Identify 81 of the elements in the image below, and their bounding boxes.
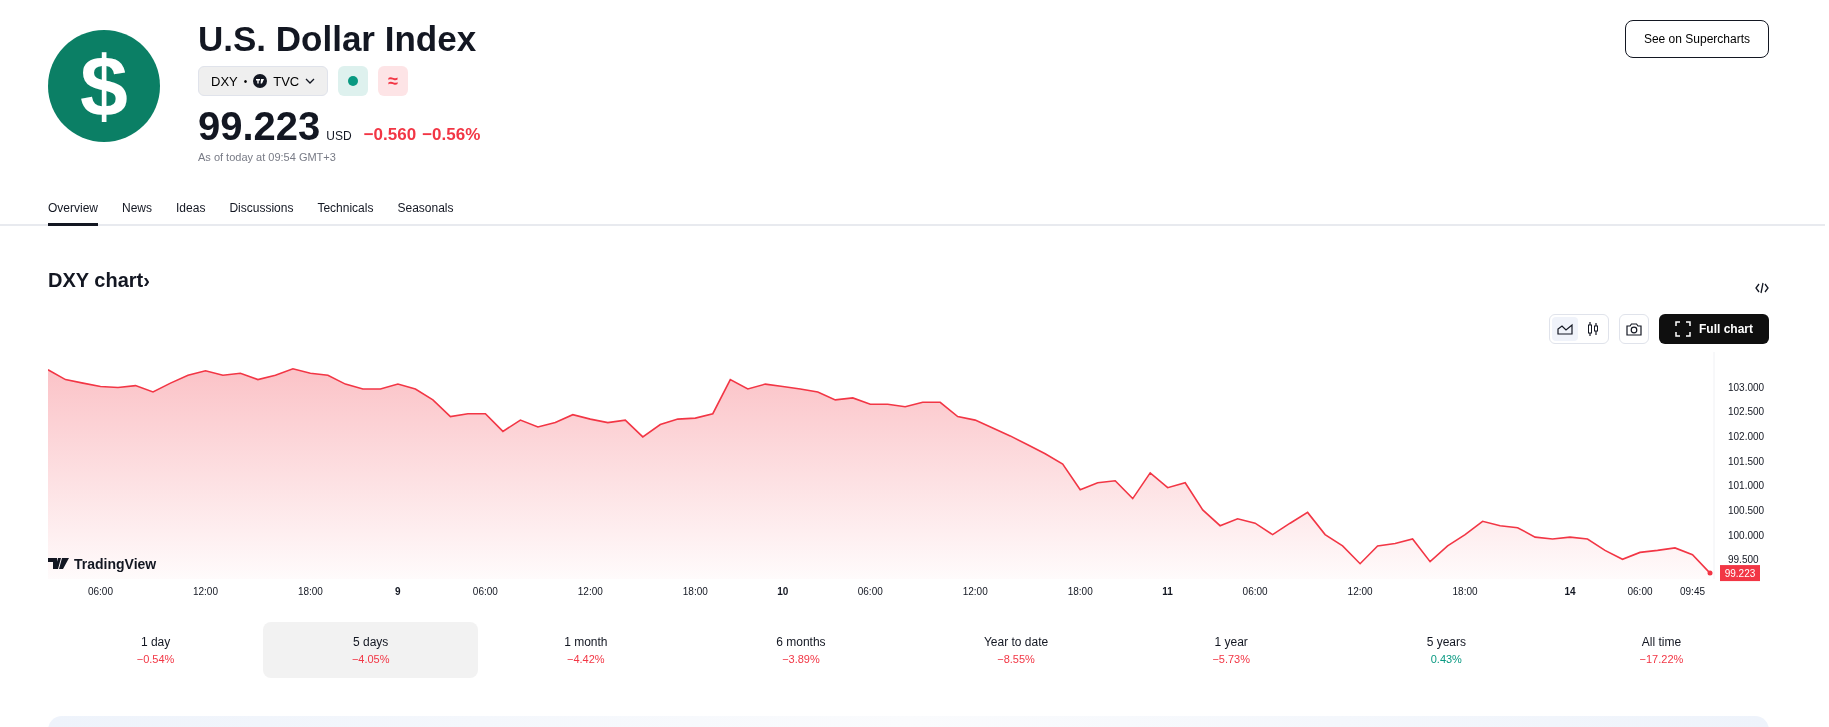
exchange-logo-icon (253, 74, 268, 88)
x-axis-label: 06:00 (472, 586, 498, 597)
nav-tab[interactable]: News (122, 200, 153, 226)
y-axis-label: 99.500 (1728, 554, 1759, 566)
period-change: −5.73% (1212, 653, 1250, 665)
x-axis-label: 18:00 (297, 586, 323, 597)
period-label: 5 years (1426, 635, 1466, 649)
x-axis-label: 18:00 (1452, 586, 1478, 597)
x-axis-label: 18:00 (1067, 586, 1093, 597)
timestamp-text: As of today at 09:54 GMT+3 (198, 151, 337, 163)
period-change: −0.54% (136, 653, 175, 665)
x-axis-label: 10 (777, 586, 789, 597)
period-option[interactable]: Year to date −8.55% (908, 622, 1124, 678)
full-chart-button[interactable]: Full chart (1659, 314, 1769, 344)
candles-icon (1587, 321, 1599, 337)
symbol-selector[interactable]: DXY • TVC (198, 66, 329, 96)
snapshot-button[interactable] (1619, 314, 1649, 344)
y-axis-label: 102.500 (1728, 406, 1765, 418)
period-option[interactable]: 6 months −3.89% (693, 622, 909, 678)
period-label: 6 months (776, 635, 826, 649)
period-change: −8.55% (997, 653, 1035, 665)
period-change: −4.42% (567, 653, 605, 665)
chevron-down-icon (305, 78, 316, 84)
x-axis-label: 9 (395, 586, 401, 597)
period-option[interactable]: 1 month −4.42% (478, 622, 694, 678)
x-axis-label: 18:00 (682, 586, 708, 597)
price-value: 99.223 (198, 104, 321, 149)
period-option[interactable]: 5 days −4.05% (263, 622, 479, 678)
embed-code-icon[interactable] (1755, 282, 1769, 294)
y-axis-label: 103.000 (1728, 381, 1765, 393)
brand-name: TradingView (74, 556, 157, 572)
x-axis-label: 12:00 (577, 586, 603, 597)
x-axis-label: 11 (1162, 586, 1173, 597)
period-change: −4.05% (351, 653, 390, 665)
last-price-label: 99.223 (1720, 565, 1760, 582)
period-label: All time (1641, 635, 1682, 649)
x-axis-label: 14 (1564, 586, 1576, 597)
nav-tab[interactable]: Ideas (176, 200, 206, 226)
dollar-logo: $ (48, 30, 160, 142)
period-option[interactable]: 1 day −0.54% (48, 622, 264, 678)
y-axis-label: 101.000 (1728, 480, 1765, 492)
y-axis-label: 102.000 (1728, 430, 1765, 442)
period-change: 0.43% (1430, 653, 1462, 665)
x-axis-label: 06:00 (1627, 586, 1653, 597)
currency-label: USD (326, 129, 352, 143)
x-axis-label: 06:00 (1242, 586, 1268, 597)
x-axis-label: 09:45 (1680, 586, 1705, 597)
y-axis-label: 100.000 (1728, 529, 1765, 541)
period-label: 1 month (564, 635, 608, 649)
period-label: 1 year (1214, 635, 1248, 649)
period-change: −3.89% (782, 653, 820, 665)
nav-tab[interactable]: Overview (48, 200, 98, 226)
chart-title-link[interactable]: DXY chart› (48, 266, 150, 294)
nav-tab[interactable]: Discussions (229, 200, 294, 226)
x-axis-label: 12:00 (192, 586, 218, 597)
x-axis-label: 06:00 (857, 586, 883, 597)
period-option[interactable]: 1 year −5.73% (1123, 622, 1339, 678)
period-label: Year to date (983, 635, 1049, 649)
y-axis-label: 100.500 (1728, 504, 1765, 516)
chart-style-toggle[interactable] (1552, 317, 1578, 341)
last-price-dot (1707, 570, 1713, 576)
period-label: 5 days (353, 635, 389, 649)
nav-tab[interactable]: Technicals (317, 200, 374, 226)
area-chart-icon (1557, 323, 1573, 335)
period-label: 1 day (140, 635, 171, 649)
y-axis-label: 101.500 (1728, 455, 1765, 467)
x-axis-label: 12:00 (1347, 586, 1373, 597)
period-option[interactable]: 5 years 0.43% (1338, 622, 1554, 678)
period-change: −17.22% (1639, 653, 1684, 665)
fullscreen-icon (1675, 321, 1691, 337)
period-option[interactable]: All time −17.22% (1553, 622, 1769, 678)
camera-icon (1626, 322, 1642, 336)
x-axis-label: 12:00 (962, 586, 988, 597)
tradingview-logo-icon (48, 558, 69, 569)
supercharts-button[interactable]: See on Supercharts (1624, 20, 1769, 58)
x-axis-label: 06:00 (87, 586, 113, 597)
price-change: −0.560 (363, 125, 417, 145)
percent-change: −0.56% (422, 125, 481, 145)
page-title: U.S. Dollar Index (198, 18, 478, 60)
market-status-badge[interactable] (338, 66, 369, 96)
nav-tab[interactable]: Seasonals (397, 200, 454, 226)
